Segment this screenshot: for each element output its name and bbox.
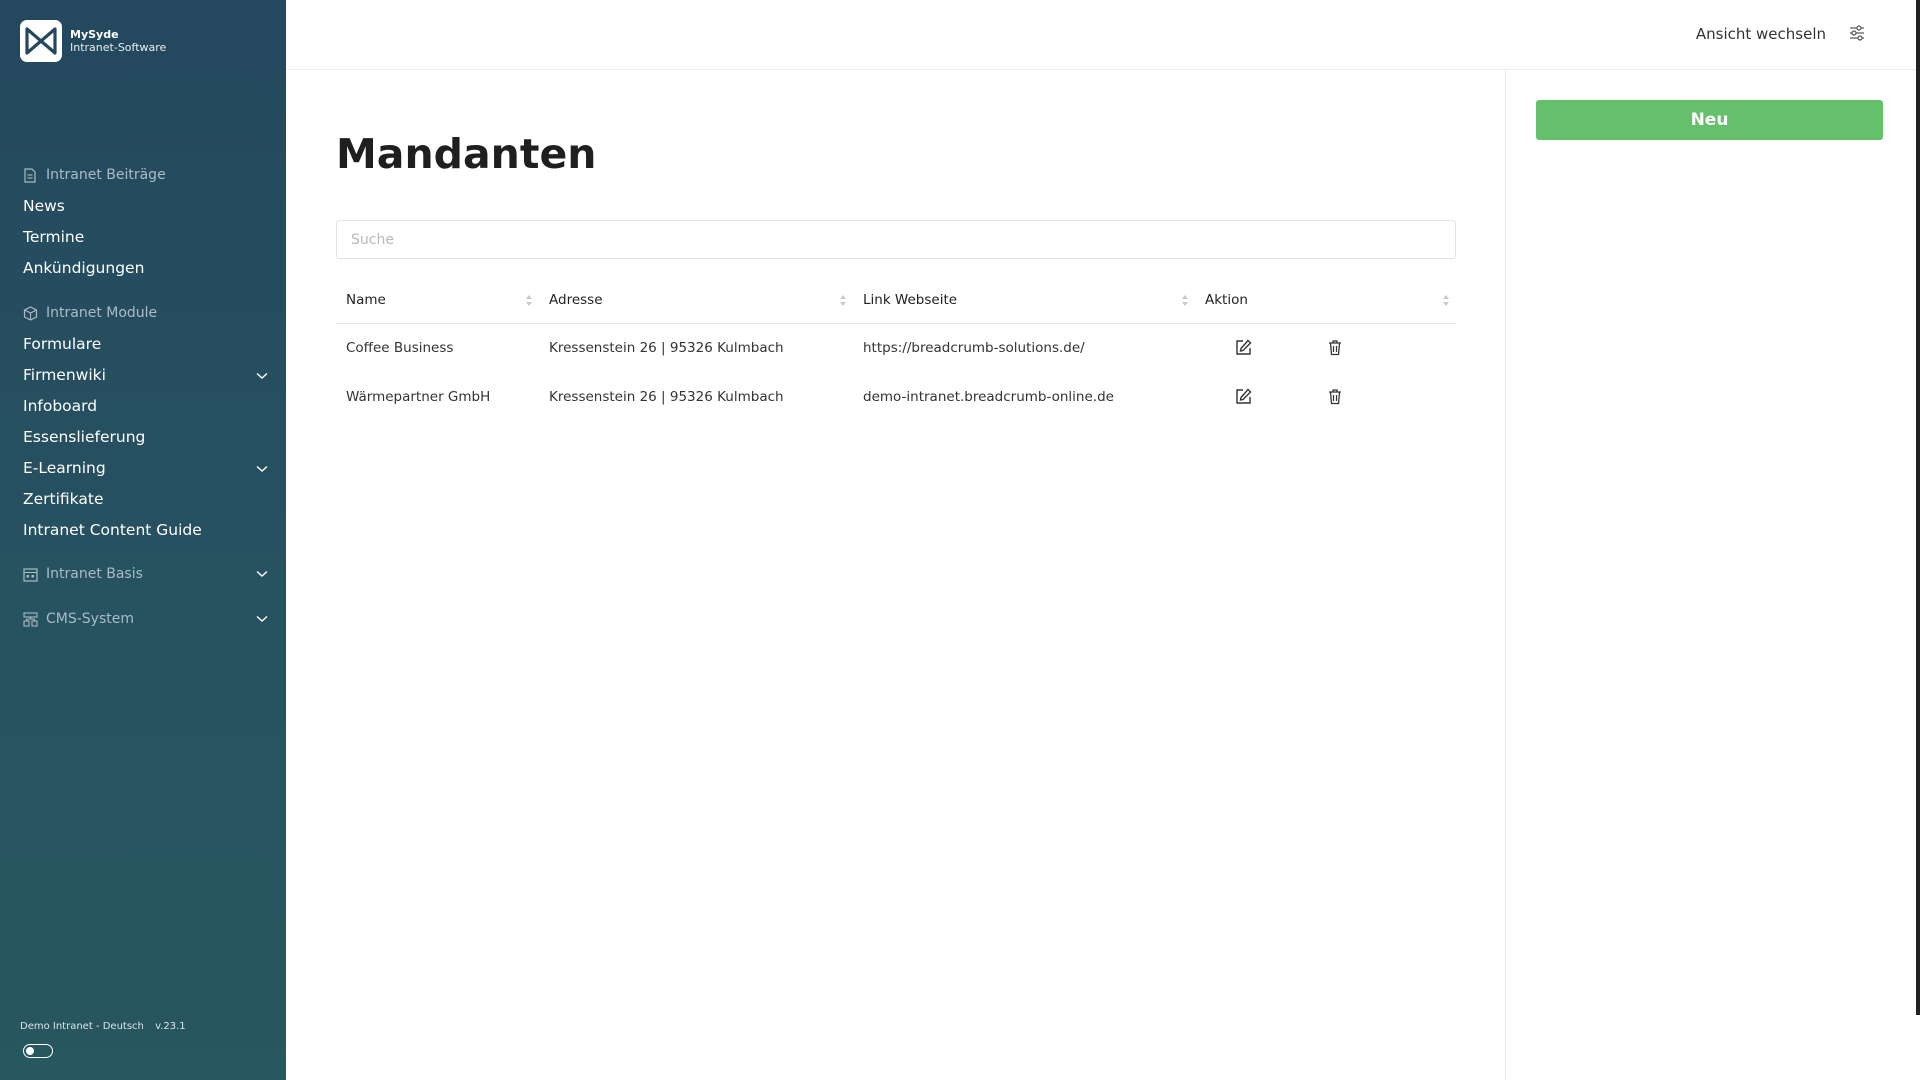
page-title: Mandanten: [336, 130, 597, 178]
sidebar-item-zertifikate[interactable]: Zertifikate: [0, 483, 286, 514]
cell-link[interactable]: demo-intranet.breadcrumb-online.de: [853, 372, 1195, 421]
cell-address: Kressenstein 26 | 95326 Kulmbach: [549, 388, 784, 405]
nav-section-intranet-beitraege: Intranet Beiträge: [0, 160, 286, 190]
table-header-row: Name Adresse Link Webseite Aktion: [336, 277, 1456, 324]
sidebar-item-label: Firmenwiki: [23, 365, 106, 384]
new-button[interactable]: Neu: [1536, 100, 1883, 140]
sort-icon[interactable]: [839, 294, 847, 307]
theme-toggle[interactable]: [23, 1044, 53, 1058]
instance-label: Demo Intranet - Deutsch: [20, 1021, 144, 1032]
cell-name: Coffee Business: [346, 339, 454, 356]
sidebar-item-label: Intranet Content Guide: [23, 520, 202, 539]
brand-name: MySyde: [70, 28, 119, 41]
column-header-aktion[interactable]: Aktion: [1195, 277, 1456, 324]
calendar-grid-icon: [23, 567, 38, 582]
sidebar-item-infoboard[interactable]: Infoboard: [0, 390, 286, 421]
sort-icon[interactable]: [1181, 294, 1189, 307]
nav-section-label: Intranet Module: [46, 305, 158, 321]
chevron-down-icon[interactable]: [256, 566, 268, 582]
sidebar-item-formulare[interactable]: Formulare: [0, 328, 286, 359]
sidebar-item-news[interactable]: News: [0, 190, 286, 221]
sidebar-item-firmenwiki[interactable]: Firmenwiki: [0, 359, 286, 390]
main-content: Mandanten Name Adresse Link Webseite Akt…: [286, 70, 1506, 1080]
trash-icon[interactable]: [1327, 388, 1345, 406]
edit-icon[interactable]: [1235, 387, 1253, 406]
sort-icon[interactable]: [1442, 294, 1450, 307]
sidebar-item-essenslieferung[interactable]: Essenslieferung: [0, 421, 286, 452]
chevron-down-icon[interactable]: [256, 459, 268, 477]
brand-logo[interactable]: MySyde Intranet-Software: [20, 20, 166, 62]
cell-link[interactable]: https://breadcrumb-solutions.de/: [853, 323, 1195, 372]
table-row: Coffee Business Kressenstein 26 | 95326 …: [336, 323, 1456, 372]
sidebar-item-termine[interactable]: Termine: [0, 221, 286, 252]
right-panel: Neu: [1505, 70, 1915, 1080]
nav-section-intranet-basis[interactable]: Intranet Basis: [0, 559, 286, 589]
chevron-down-icon[interactable]: [256, 611, 268, 627]
sitemap-icon: [23, 611, 38, 627]
column-header-adresse[interactable]: Adresse: [539, 277, 853, 324]
logo-mark-icon: [20, 20, 62, 62]
sidebar-item-ankuendigungen[interactable]: Ankündigungen: [0, 252, 286, 283]
sidebar-item-e-learning[interactable]: E-Learning: [0, 452, 286, 483]
nav-section-intranet-module: Intranet Module: [0, 298, 286, 328]
topbar: Ansicht wechseln: [286, 0, 1920, 70]
sidebar-item-label: News: [23, 196, 65, 215]
nav-section-label: Intranet Beiträge: [46, 167, 166, 183]
column-label: Link Webseite: [863, 291, 958, 308]
column-label: Aktion: [1205, 291, 1248, 308]
sidebar-item-label: Zertifikate: [23, 489, 104, 508]
cell-actions: [1195, 372, 1456, 421]
sliders-icon[interactable]: [1848, 24, 1868, 44]
toggle-knob: [26, 1047, 34, 1055]
nav-section-label: CMS-System: [46, 611, 134, 627]
search-input[interactable]: [336, 220, 1456, 259]
sidebar-item-label: E-Learning: [23, 458, 106, 477]
sidebar-item-label: Formulare: [23, 334, 102, 353]
column-label: Adresse: [549, 291, 603, 308]
document-icon: [23, 167, 38, 183]
sidebar-item-intranet-content-guide[interactable]: Intranet Content Guide: [0, 514, 286, 545]
nav-section-label: Intranet Basis: [46, 566, 143, 582]
brand-subtitle: Intranet-Software: [70, 41, 167, 54]
edit-icon[interactable]: [1235, 339, 1253, 357]
column-header-link-webseite[interactable]: Link Webseite: [853, 277, 1195, 324]
clients-table: Name Adresse Link Webseite Aktion Coffee…: [336, 277, 1456, 421]
sidebar-item-label: Ankündigungen: [23, 258, 145, 277]
chevron-down-icon[interactable]: [256, 366, 268, 384]
cell-name: Wärmepartner GmbH: [346, 388, 491, 405]
table-row: Wärmepartner GmbH Kressenstein 26 | 9532…: [336, 372, 1456, 421]
sidebar-item-label: Essenslieferung: [23, 427, 146, 446]
sidebar-item-label: Infoboard: [23, 396, 98, 415]
view-switch-link[interactable]: Ansicht wechseln: [1696, 25, 1826, 43]
cube-icon: [23, 305, 38, 321]
sidebar-footer: Demo Intranet - Deutsch v.23.1: [20, 1021, 186, 1032]
sidebar-item-label: Termine: [23, 227, 85, 246]
nav-section-cms-system[interactable]: CMS-System: [0, 604, 286, 634]
scrollbar[interactable]: [1916, 0, 1920, 1015]
sort-icon[interactable]: [525, 294, 533, 307]
cell-address: Kressenstein 26 | 95326 Kulmbach: [549, 339, 784, 356]
cell-actions: [1195, 323, 1456, 372]
trash-icon[interactable]: [1327, 339, 1345, 357]
sidebar: MySyde Intranet-Software Intranet Beiträ…: [0, 0, 286, 1080]
column-header-name[interactable]: Name: [336, 277, 539, 324]
version-label: v.23.1: [155, 1021, 186, 1032]
column-label: Name: [346, 291, 386, 308]
sidebar-nav: Intranet Beiträge News Termine Ankündigu…: [0, 160, 286, 634]
